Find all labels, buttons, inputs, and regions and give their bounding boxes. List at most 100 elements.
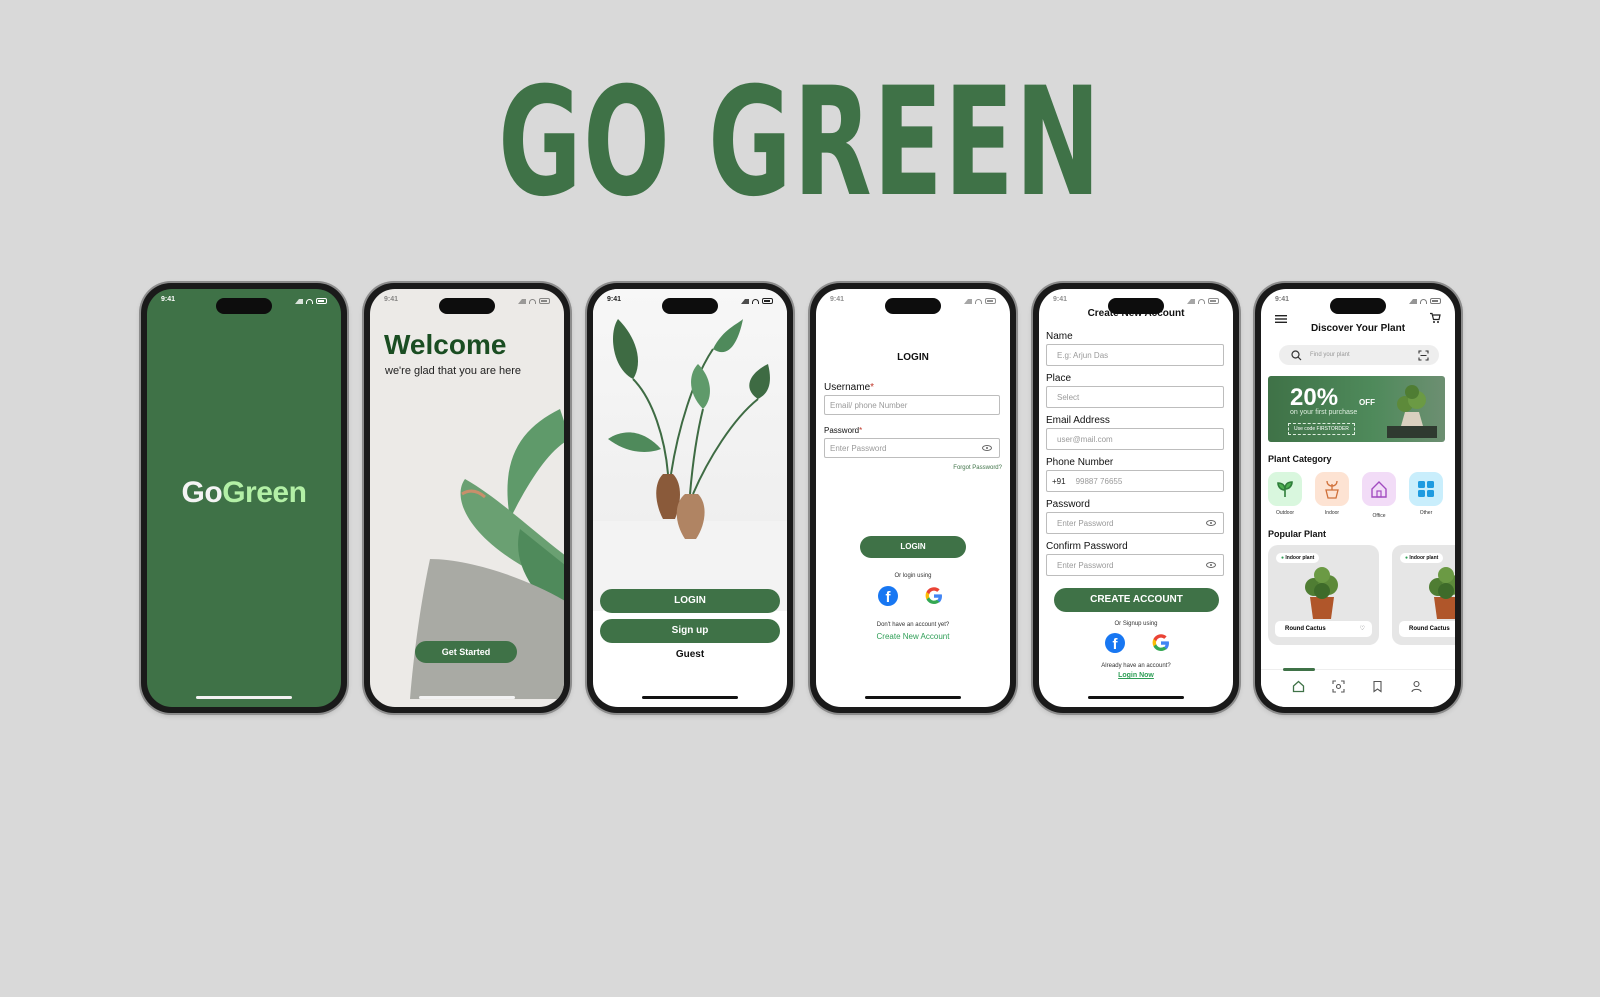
- wifi-icon: [752, 298, 759, 304]
- login-screen: 9:41 LOGIN Username* Email/ phone Number…: [816, 289, 1010, 707]
- signup-button[interactable]: Sign up: [600, 619, 780, 643]
- logo-green: Green: [222, 476, 307, 509]
- category-indoor[interactable]: [1315, 472, 1349, 506]
- facebook-icon[interactable]: f: [1105, 633, 1125, 653]
- wifi-icon: [1198, 298, 1205, 304]
- status-time: 9:41: [384, 296, 399, 303]
- wifi-icon: [529, 298, 536, 304]
- password-input[interactable]: Enter Password: [1046, 512, 1224, 534]
- home-tab-icon[interactable]: [1292, 680, 1305, 693]
- signal-icon: [964, 298, 972, 304]
- phone-login: 9:41 LOGIN Username* Email/ phone Number…: [810, 283, 1016, 713]
- username-label: Username*: [824, 382, 875, 393]
- scan-icon[interactable]: [1418, 349, 1429, 361]
- password-input[interactable]: Enter Password: [824, 438, 1000, 458]
- eye-icon[interactable]: [1206, 520, 1216, 526]
- guest-link[interactable]: Guest: [593, 649, 787, 660]
- google-icon[interactable]: [1151, 633, 1171, 653]
- scan-tab-icon[interactable]: [1332, 680, 1345, 693]
- phone-home: 9:41 Discover Your Plant Find your plant…: [1255, 283, 1461, 713]
- product-name-bar: Round Cactus: [1399, 621, 1455, 637]
- dynamic-island: [216, 298, 272, 314]
- phone-splash: 9:41 GoGreen: [141, 283, 347, 713]
- bottom-tab-bar: [1261, 668, 1455, 707]
- search-input[interactable]: Find your plant: [1279, 345, 1439, 365]
- google-icon[interactable]: [924, 586, 944, 606]
- login-button[interactable]: LOGIN: [600, 589, 780, 613]
- product-name-bar: Round Cactus ♡: [1275, 621, 1372, 637]
- phone-input[interactable]: +91 99887 76655: [1046, 470, 1224, 492]
- email-label: Email Address: [1046, 415, 1110, 426]
- get-started-button[interactable]: Get Started: [415, 641, 517, 663]
- product-tag: ● Indoor plant: [1276, 553, 1320, 563]
- forgot-password-link[interactable]: Forgot Password?: [953, 465, 1002, 471]
- category-outdoor[interactable]: [1268, 472, 1302, 506]
- battery-icon: [1208, 298, 1219, 304]
- home-title: Discover Your Plant: [1310, 323, 1406, 334]
- login-submit-button[interactable]: LOGIN: [860, 536, 966, 558]
- category-other[interactable]: [1409, 472, 1443, 506]
- app-logo: GoGreen: [147, 476, 341, 510]
- home-indicator: [865, 696, 961, 699]
- phone-welcome: 9:41 Welcome we're glad that you are her…: [364, 283, 570, 713]
- create-account-button[interactable]: CREATE ACCOUNT: [1054, 588, 1219, 612]
- signal-icon: [1409, 298, 1417, 304]
- phone-register: 9:41 Create New Account Name E.g: Arjun …: [1033, 283, 1239, 713]
- category-indoor-label: Indoor: [1324, 510, 1340, 516]
- product-card[interactable]: ● Indoor plant Round Cactus ♡: [1268, 545, 1379, 645]
- bookmark-icon[interactable]: [1371, 680, 1384, 693]
- name-input[interactable]: E.g: Arjun Das: [1046, 344, 1224, 366]
- grid-icon: [1418, 481, 1434, 497]
- potted-plant-icon: [1325, 480, 1339, 499]
- battery-icon: [762, 298, 773, 304]
- status-time: 9:41: [830, 296, 845, 303]
- dynamic-island: [662, 298, 718, 314]
- email-input[interactable]: user@mail.com: [1046, 428, 1224, 450]
- battery-icon: [539, 298, 550, 304]
- product-image: [1305, 567, 1338, 619]
- signal-icon: [518, 298, 526, 304]
- phone-entry: 9:41 LOGIN Sign up Guest: [587, 283, 793, 713]
- home-indicator: [419, 696, 515, 699]
- eye-icon[interactable]: [982, 445, 992, 451]
- status-time: 9:41: [1053, 296, 1068, 303]
- login-now-link[interactable]: Login Now: [1039, 672, 1233, 679]
- or-login-text: Or login using: [894, 573, 932, 579]
- entry-screen: 9:41 LOGIN Sign up Guest: [593, 289, 787, 707]
- username-input[interactable]: Email/ phone Number: [824, 395, 1000, 415]
- signal-icon: [1187, 298, 1195, 304]
- place-select[interactable]: Select: [1046, 386, 1224, 408]
- confirm-password-input[interactable]: Enter Password: [1046, 554, 1224, 576]
- heart-icon[interactable]: ♡: [1360, 621, 1365, 637]
- welcome-screen: 9:41 Welcome we're glad that you are her…: [370, 289, 564, 707]
- wifi-icon: [1420, 298, 1427, 304]
- category-office[interactable]: [1362, 472, 1396, 506]
- product-tag: ● Indoor plant: [1400, 553, 1444, 563]
- product-card[interactable]: ● Indoor plant Round Cactus: [1392, 545, 1455, 645]
- category-title: Plant Category: [1268, 454, 1332, 464]
- name-label: Name: [1046, 331, 1073, 342]
- home-indicator: [196, 696, 292, 699]
- profile-icon[interactable]: [1410, 680, 1423, 693]
- splash-screen: 9:41 GoGreen: [147, 289, 341, 707]
- wifi-icon: [975, 298, 982, 304]
- active-tab-indicator: [1283, 668, 1315, 671]
- promo-plant-image: [1387, 385, 1437, 438]
- welcome-subtitle: we're glad that you are here: [385, 365, 522, 377]
- confirm-password-label: Confirm Password: [1046, 541, 1128, 552]
- facebook-icon[interactable]: f: [878, 586, 898, 606]
- place-label: Place: [1046, 373, 1072, 384]
- plant-photo: [593, 289, 787, 611]
- password-label: Password*: [824, 426, 863, 435]
- promo-banner[interactable]: 20% OFF on your first purchase Use code …: [1268, 376, 1445, 442]
- no-account-text: Don't have an account yet?: [876, 622, 950, 628]
- eye-icon[interactable]: [1206, 562, 1216, 568]
- create-account-link[interactable]: Create New Account: [816, 632, 1010, 641]
- dynamic-island: [439, 298, 495, 314]
- product-image: [1429, 567, 1455, 619]
- house-icon: [1371, 481, 1387, 498]
- home-indicator: [1088, 696, 1184, 699]
- leaf-icon: [1277, 481, 1293, 497]
- phone-label: Phone Number: [1046, 457, 1114, 468]
- category-office-label: Office: [1372, 513, 1386, 519]
